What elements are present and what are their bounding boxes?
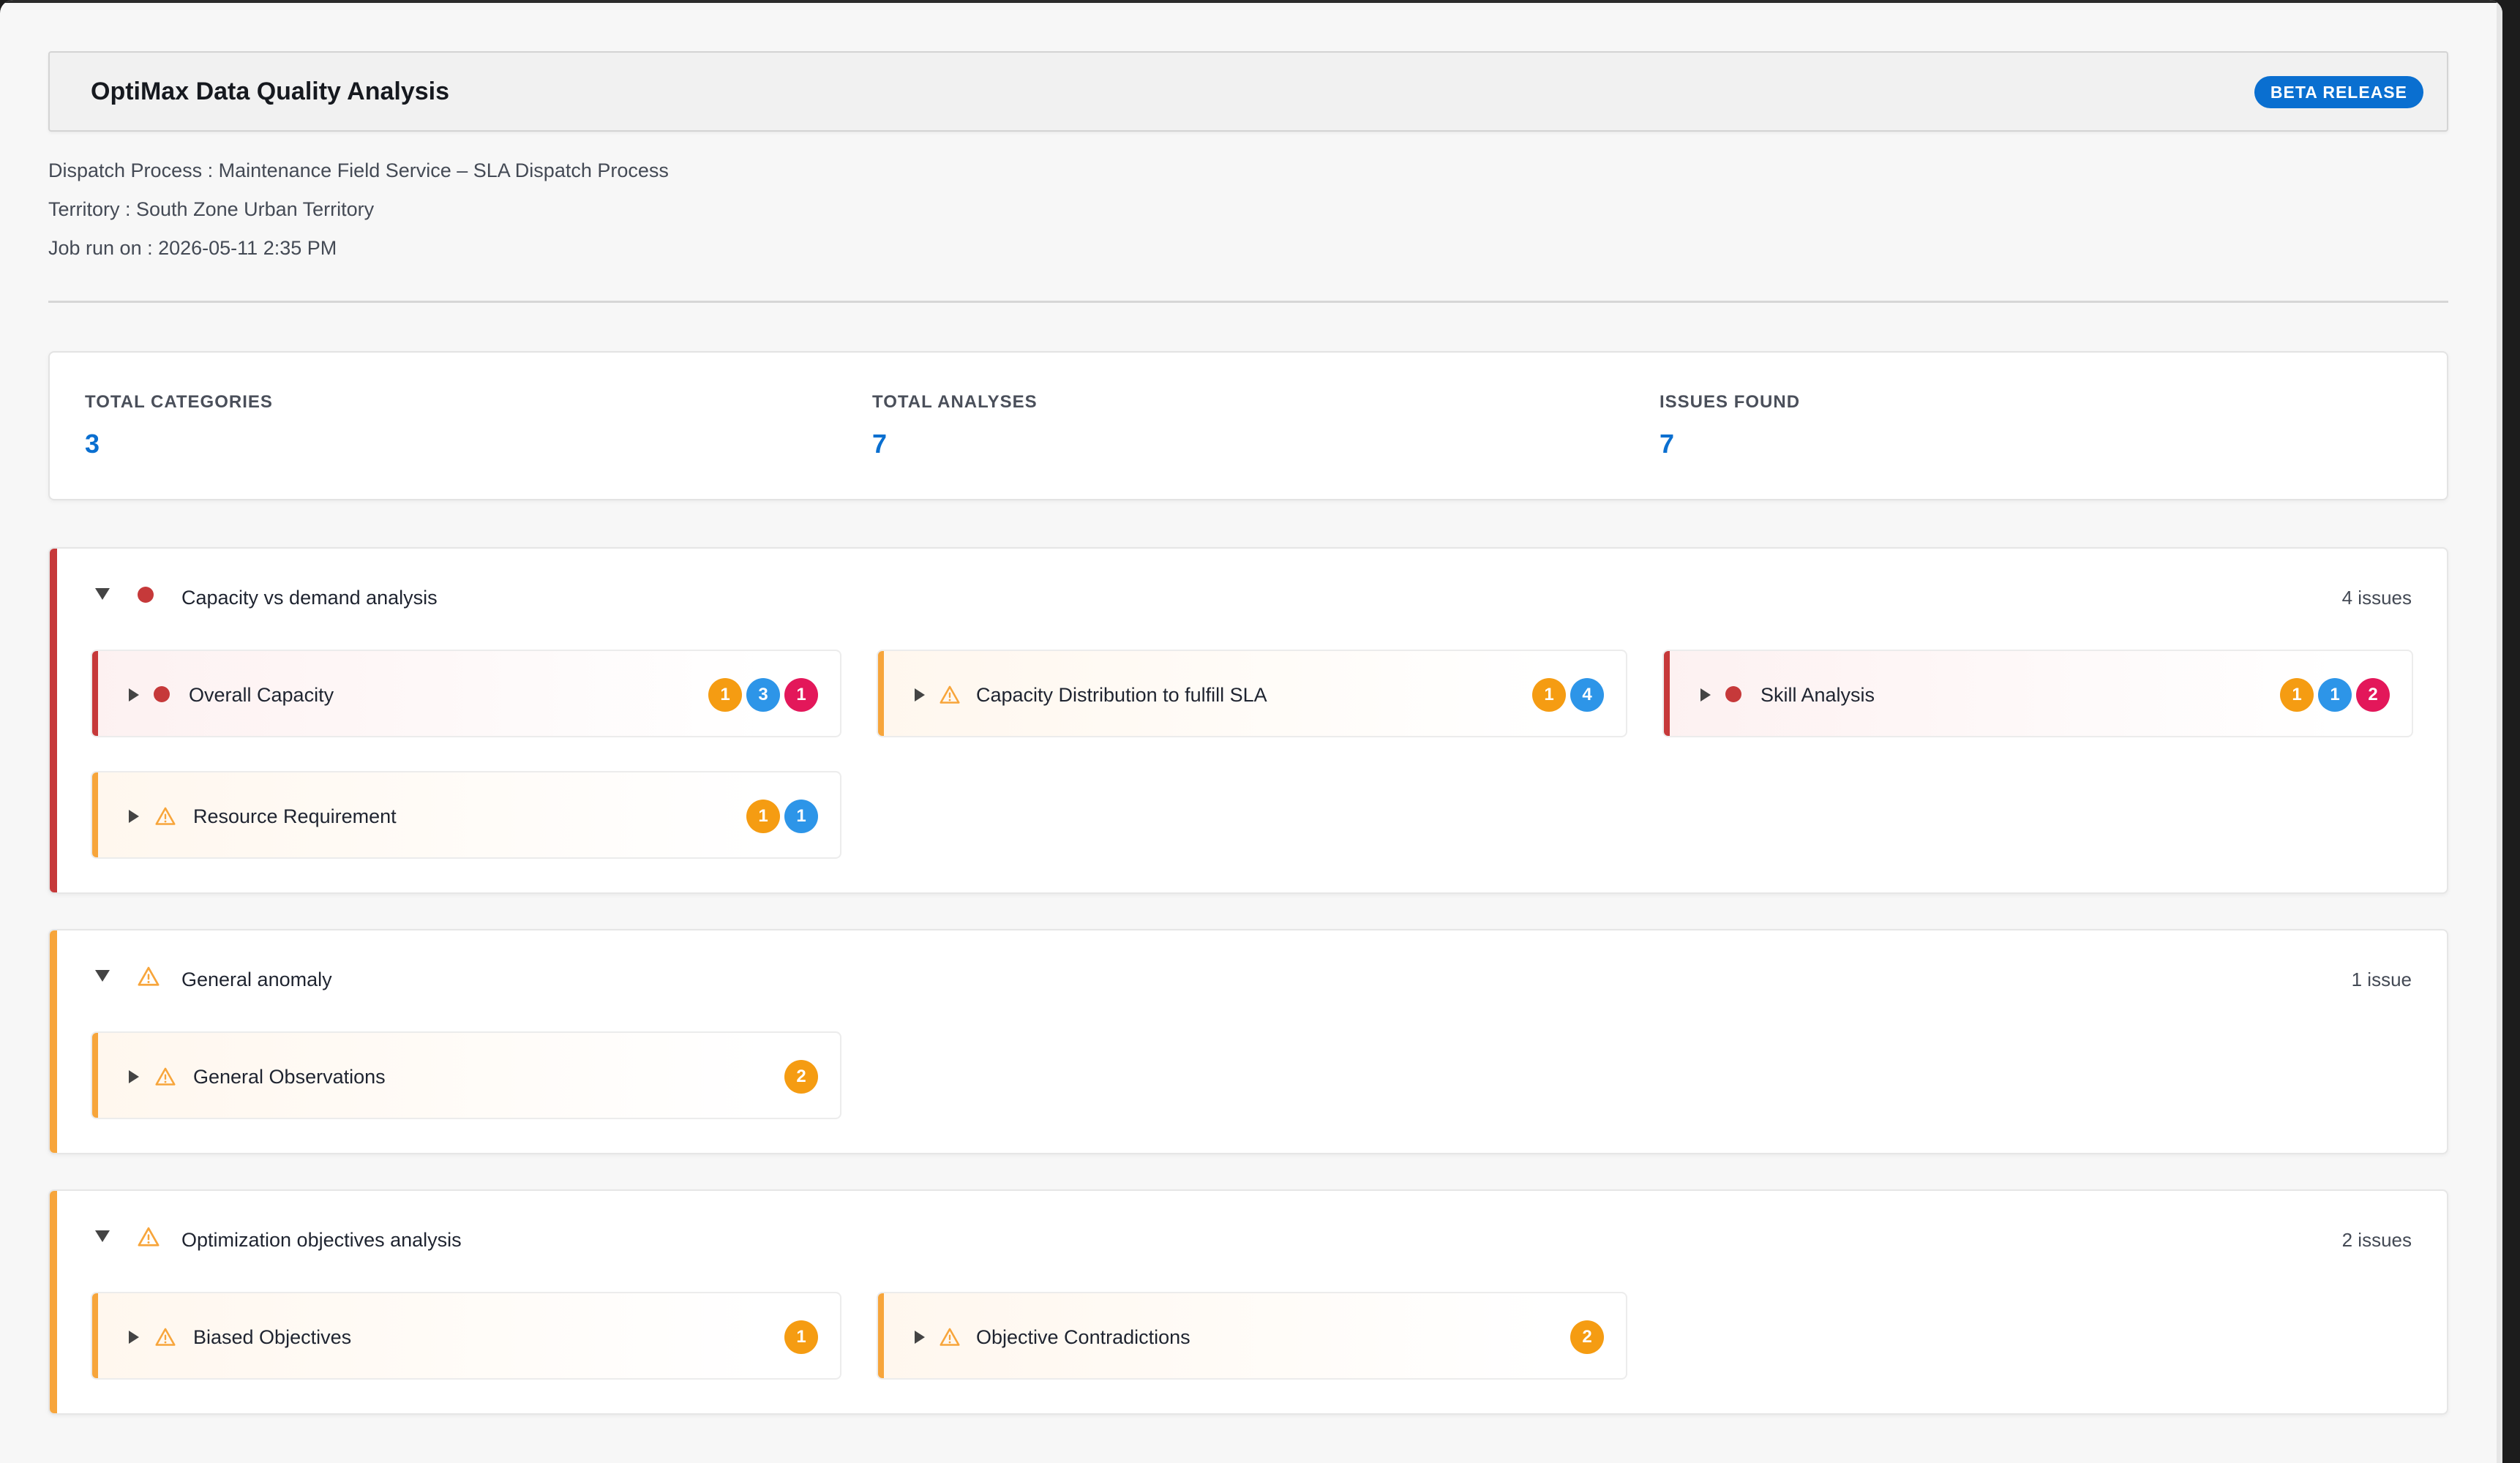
chevron-right-icon[interactable] xyxy=(129,810,139,823)
category-issue-count: 4 issues xyxy=(2341,587,2412,609)
stat-value: 7 xyxy=(872,429,888,459)
summary-stats-panel: TOTAL CATEGORIES 3 TOTAL ANALYSES 7 ISSU… xyxy=(48,351,2448,500)
warning-icon xyxy=(138,1226,160,1252)
chevron-right-icon[interactable] xyxy=(129,1331,139,1344)
analysis-card-biased-objectives[interactable]: Biased Objectives 1 xyxy=(91,1292,841,1380)
issue-badges: 1 1 2 xyxy=(2280,678,2390,712)
error-count-badge: 1 xyxy=(784,678,818,712)
stat-label: TOTAL CATEGORIES xyxy=(85,392,273,412)
error-dot-icon xyxy=(138,587,154,603)
error-count-badge: 2 xyxy=(2356,678,2390,712)
analysis-title: Overall Capacity xyxy=(189,684,334,706)
chevron-down-icon[interactable] xyxy=(95,970,110,982)
category-title: Optimization objectives analysis xyxy=(181,1229,462,1251)
chevron-right-icon[interactable] xyxy=(129,1070,139,1083)
analysis-card-resource-requirement[interactable]: Resource Requirement 1 1 xyxy=(91,771,841,859)
stat-total-analyses: TOTAL ANALYSES 7 xyxy=(872,392,1038,459)
scrollbar-track[interactable] xyxy=(2497,0,2502,1463)
page-title: OptiMax Data Quality Analysis xyxy=(91,78,449,105)
category-optimization-objectives: Optimization objectives analysis 2 issue… xyxy=(48,1189,2448,1415)
category-title: Capacity vs demand analysis xyxy=(181,587,438,609)
chevron-right-icon[interactable] xyxy=(915,1331,925,1344)
issue-badges: 2 xyxy=(1570,1320,1604,1354)
window-top-border xyxy=(0,0,2502,3)
card-accent-bar xyxy=(92,772,98,857)
category-issue-count: 1 issue xyxy=(2351,969,2412,990)
job-run-label: Job run on : 2026-05-11 2:35 PM xyxy=(48,237,337,259)
warning-icon xyxy=(155,1327,176,1351)
analysis-title: Biased Objectives xyxy=(193,1326,352,1348)
analysis-card-objective-contradictions[interactable]: Objective Contradictions 2 xyxy=(877,1292,1627,1380)
territory-label: Territory : South Zone Urban Territory xyxy=(48,198,375,220)
card-accent-bar xyxy=(92,1033,98,1118)
warning-icon xyxy=(138,966,160,991)
warning-icon xyxy=(940,685,960,709)
warning-count-badge: 1 xyxy=(708,678,742,712)
beta-release-badge: BETA RELEASE xyxy=(2254,76,2423,108)
warning-count-badge: 1 xyxy=(784,1320,818,1354)
warning-icon xyxy=(155,806,176,830)
card-accent-bar xyxy=(92,1293,98,1378)
warning-count-badge: 1 xyxy=(2280,678,2314,712)
app-window: OptiMax Data Quality Analysis BETA RELEA… xyxy=(0,0,2502,1463)
card-accent-bar xyxy=(878,1293,884,1378)
analysis-title: Capacity Distribution to fulfill SLA xyxy=(976,684,1267,706)
error-dot-icon xyxy=(154,686,170,702)
issue-badges: 1 1 xyxy=(746,800,818,833)
card-accent-bar xyxy=(92,651,98,736)
page-header: OptiMax Data Quality Analysis BETA RELEA… xyxy=(48,51,2448,132)
analysis-card-skill-analysis[interactable]: Skill Analysis 1 1 2 xyxy=(1662,650,2413,737)
stat-value: 7 xyxy=(1660,429,1675,459)
header-divider xyxy=(48,301,2448,303)
card-accent-bar xyxy=(878,651,884,736)
info-count-badge: 1 xyxy=(784,800,818,833)
info-count-badge: 1 xyxy=(2318,678,2352,712)
analysis-title: General Observations xyxy=(193,1066,386,1088)
dispatch-process-label: Dispatch Process : Maintenance Field Ser… xyxy=(48,159,669,181)
warning-count-badge: 2 xyxy=(1570,1320,1604,1354)
stat-value: 3 xyxy=(85,429,100,459)
category-header[interactable]: General anomaly 1 issue xyxy=(50,930,2447,1030)
stat-total-categories: TOTAL CATEGORIES 3 xyxy=(85,392,273,459)
chevron-down-icon[interactable] xyxy=(95,588,110,600)
category-header[interactable]: Capacity vs demand analysis 4 issues xyxy=(50,549,2447,648)
warning-count-badge: 1 xyxy=(1532,678,1566,712)
stat-issues-found: ISSUES FOUND 7 xyxy=(1660,392,1800,459)
analysis-card-general-observations[interactable]: General Observations 2 xyxy=(91,1031,841,1119)
chevron-right-icon[interactable] xyxy=(915,688,925,702)
chevron-right-icon[interactable] xyxy=(129,688,139,702)
category-general-anomaly: General anomaly 1 issue General Observat… xyxy=(48,929,2448,1154)
issue-badges: 1 4 xyxy=(1532,678,1604,712)
chevron-right-icon[interactable] xyxy=(1700,688,1711,702)
warning-count-badge: 1 xyxy=(746,800,780,833)
stat-label: TOTAL ANALYSES xyxy=(872,392,1038,412)
warning-icon xyxy=(940,1327,960,1351)
category-header[interactable]: Optimization objectives analysis 2 issue… xyxy=(50,1191,2447,1290)
warning-count-badge: 2 xyxy=(784,1060,818,1094)
issue-badges: 2 xyxy=(784,1060,818,1094)
issue-badges: 1 xyxy=(784,1320,818,1354)
info-count-badge: 4 xyxy=(1570,678,1604,712)
category-capacity-vs-demand: Capacity vs demand analysis 4 issues Ove… xyxy=(48,547,2448,894)
chevron-down-icon[interactable] xyxy=(95,1230,110,1242)
category-title: General anomaly xyxy=(181,969,332,990)
warning-icon xyxy=(155,1067,176,1091)
analysis-card-overall-capacity[interactable]: Overall Capacity 1 3 1 xyxy=(91,650,841,737)
category-issue-count: 2 issues xyxy=(2341,1229,2412,1251)
stat-label: ISSUES FOUND xyxy=(1660,392,1801,412)
issue-badges: 1 3 1 xyxy=(708,678,818,712)
analysis-title: Skill Analysis xyxy=(1760,684,1875,706)
analysis-card-capacity-distribution[interactable]: Capacity Distribution to fulfill SLA 1 4 xyxy=(877,650,1627,737)
analysis-title: Objective Contradictions xyxy=(976,1326,1190,1348)
analysis-title: Resource Requirement xyxy=(193,805,397,827)
info-count-badge: 3 xyxy=(746,678,780,712)
card-accent-bar xyxy=(1664,651,1670,736)
error-dot-icon xyxy=(1725,686,1741,702)
